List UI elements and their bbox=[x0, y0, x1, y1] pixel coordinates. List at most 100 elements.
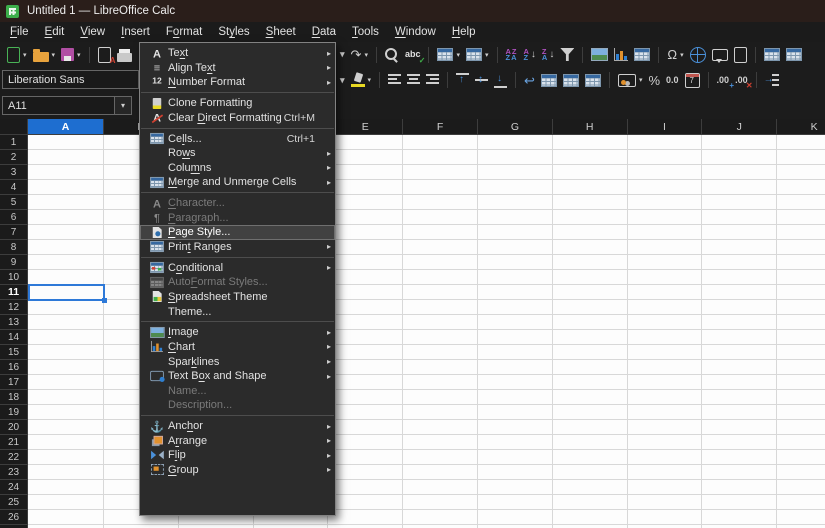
row-header-22[interactable]: 22 bbox=[0, 450, 28, 465]
insert-image-icon[interactable] bbox=[589, 44, 610, 66]
row-header-18[interactable]: 18 bbox=[0, 390, 28, 405]
menu-item-number-format[interactable]: 12Number Format▸ bbox=[140, 75, 335, 90]
column-header-i[interactable]: I bbox=[628, 119, 703, 135]
row-header-11[interactable]: 11 bbox=[0, 285, 28, 300]
menu-item-chart[interactable]: Chart▸ bbox=[140, 340, 335, 355]
font-name-combobox[interactable]: Liberation Sans bbox=[2, 70, 139, 89]
merge-center-cells-icon[interactable] bbox=[539, 69, 559, 91]
menu-item-cells[interactable]: Cells...Ctrl+1 bbox=[140, 131, 335, 146]
column-header-a[interactable]: A bbox=[28, 119, 104, 135]
split-window-icon[interactable] bbox=[784, 44, 804, 66]
format-percent-icon[interactable]: % bbox=[646, 69, 662, 91]
menu-item-group[interactable]: Group▸ bbox=[140, 463, 335, 478]
print-icon[interactable] bbox=[115, 44, 134, 66]
row-header-1[interactable]: 1 bbox=[0, 135, 28, 150]
row-header-2[interactable]: 2 bbox=[0, 150, 28, 165]
row-header-23[interactable]: 23 bbox=[0, 465, 28, 480]
insert-column-icon[interactable]: ▾ bbox=[464, 44, 491, 66]
delete-decimal-icon[interactable]: .00✕ bbox=[733, 69, 750, 91]
save-icon[interactable]: ▾ bbox=[59, 44, 83, 66]
menu-data[interactable]: Data bbox=[304, 24, 344, 40]
align-center-icon[interactable] bbox=[405, 69, 422, 91]
menu-sheet[interactable]: Sheet bbox=[258, 24, 304, 40]
align-bottom-icon[interactable] bbox=[492, 69, 509, 91]
row-header-17[interactable]: 17 bbox=[0, 375, 28, 390]
menu-item-print-ranges[interactable]: Print Ranges▸ bbox=[140, 240, 335, 255]
row-header-19[interactable]: 19 bbox=[0, 405, 28, 420]
undo-dropdown-icon[interactable]: ▾ bbox=[338, 44, 347, 66]
menu-item-anchor[interactable]: ⚓Anchor▸ bbox=[140, 419, 335, 434]
pivot-table-icon[interactable] bbox=[632, 44, 652, 66]
special-character-icon[interactable]: Ω▾ bbox=[665, 44, 685, 66]
row-header-21[interactable]: 21 bbox=[0, 435, 28, 450]
menu-edit[interactable]: Edit bbox=[37, 24, 73, 40]
font-color-dropdown-icon[interactable]: ▾ bbox=[338, 69, 347, 91]
row-header-24[interactable]: 24 bbox=[0, 480, 28, 495]
menu-item-text-box-and-shape[interactable]: Text Box and Shape▸ bbox=[140, 369, 335, 384]
align-top-icon[interactable] bbox=[454, 69, 471, 91]
menu-item-page-style[interactable]: Page Style... bbox=[140, 225, 335, 240]
row-header-13[interactable]: 13 bbox=[0, 315, 28, 330]
sort-ascending-icon[interactable]: AZ↓ bbox=[522, 44, 538, 66]
column-header-j[interactable]: J bbox=[702, 119, 777, 135]
column-header-f[interactable]: F bbox=[403, 119, 478, 135]
align-right-icon[interactable] bbox=[424, 69, 441, 91]
menu-window[interactable]: Window bbox=[387, 24, 444, 40]
name-box[interactable]: A11 ▾ bbox=[2, 96, 132, 115]
row-header-25[interactable]: 25 bbox=[0, 495, 28, 510]
insert-chart-icon[interactable] bbox=[612, 44, 630, 66]
find-replace-icon[interactable] bbox=[383, 44, 401, 66]
menu-insert[interactable]: Insert bbox=[113, 24, 158, 40]
merge-cells-icon[interactable] bbox=[561, 69, 581, 91]
menu-view[interactable]: View bbox=[72, 24, 113, 40]
menu-help[interactable]: Help bbox=[444, 24, 484, 40]
menu-item-columns[interactable]: Columns▸ bbox=[140, 161, 335, 176]
menu-item-image[interactable]: Image▸ bbox=[140, 325, 335, 340]
row-header-4[interactable]: 4 bbox=[0, 180, 28, 195]
unmerge-cells-icon[interactable] bbox=[583, 69, 603, 91]
highlighting-color-icon[interactable]: ▾ bbox=[349, 69, 374, 91]
row-header-20[interactable]: 20 bbox=[0, 420, 28, 435]
insert-row-icon[interactable]: ▾ bbox=[435, 44, 462, 66]
menu-item-text[interactable]: AText▸ bbox=[140, 46, 335, 61]
row-header-10[interactable]: 10 bbox=[0, 270, 28, 285]
format-number-icon[interactable]: 0.0 bbox=[664, 69, 681, 91]
align-left-icon[interactable] bbox=[386, 69, 403, 91]
menu-item-conditional[interactable]: Conditional▸ bbox=[140, 260, 335, 275]
row-header-16[interactable]: 16 bbox=[0, 360, 28, 375]
hyperlink-icon[interactable] bbox=[688, 44, 708, 66]
row-header-6[interactable]: 6 bbox=[0, 210, 28, 225]
row-header-26[interactable]: 26 bbox=[0, 510, 28, 525]
name-box-dropdown-icon[interactable]: ▾ bbox=[114, 97, 131, 114]
menu-item-align-text[interactable]: ≡Align Text▸ bbox=[140, 61, 335, 76]
sort-icon[interactable]: AZZA bbox=[504, 44, 520, 66]
increase-indent-icon[interactable] bbox=[763, 69, 781, 91]
column-header-h[interactable]: H bbox=[553, 119, 628, 135]
menu-item-sparklines[interactable]: Sparklines▸ bbox=[140, 354, 335, 369]
autofilter-icon[interactable] bbox=[558, 44, 576, 66]
sort-descending-icon[interactable]: ZA↓ bbox=[540, 44, 556, 66]
menu-item-clone-formatting[interactable]: Clone Formatting bbox=[140, 96, 335, 111]
center-vertically-icon[interactable] bbox=[473, 69, 490, 91]
select-all-corner[interactable] bbox=[0, 119, 28, 135]
row-header-3[interactable]: 3 bbox=[0, 165, 28, 180]
column-header-g[interactable]: G bbox=[478, 119, 553, 135]
menu-item-clear-direct-formatting[interactable]: AClear Direct FormattingCtrl+M bbox=[140, 111, 335, 126]
wrap-text-icon[interactable]: ↩ bbox=[522, 69, 537, 91]
header-footer-icon[interactable] bbox=[732, 44, 749, 66]
menu-tools[interactable]: Tools bbox=[344, 24, 387, 40]
menu-item-arrange[interactable]: Arrange▸ bbox=[140, 433, 335, 448]
spelling-icon[interactable]: abc✓ bbox=[403, 44, 423, 66]
open-folder-icon[interactable]: ▾ bbox=[31, 44, 58, 66]
menu-file[interactable]: File bbox=[2, 24, 37, 40]
row-header-9[interactable]: 9 bbox=[0, 255, 28, 270]
row-header-8[interactable]: 8 bbox=[0, 240, 28, 255]
freeze-rows-columns-icon[interactable] bbox=[762, 44, 782, 66]
column-header-k[interactable]: K bbox=[777, 119, 825, 135]
menu-styles[interactable]: Styles bbox=[210, 24, 257, 40]
menu-format[interactable]: Format bbox=[158, 24, 210, 40]
column-header-e[interactable]: E bbox=[328, 119, 403, 135]
format-currency-icon[interactable]: ▾ bbox=[616, 69, 645, 91]
menu-item-theme[interactable]: Theme... bbox=[140, 304, 335, 319]
selected-cell-a11[interactable] bbox=[28, 284, 105, 301]
